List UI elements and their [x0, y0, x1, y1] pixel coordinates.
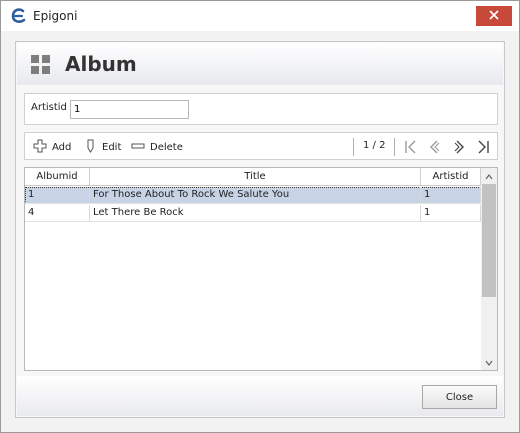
cell-artistid: 1 [421, 205, 481, 222]
next-page-button[interactable] [451, 139, 467, 155]
column-header-albumid[interactable]: Albumid [25, 168, 90, 186]
page-title: Album [65, 52, 137, 76]
last-page-button[interactable] [475, 139, 491, 155]
delete-label: Delete [150, 141, 183, 153]
column-header-artistid[interactable]: Artistid [421, 168, 481, 186]
cell-title: For Those About To Rock We Salute You [90, 187, 421, 204]
column-header-title[interactable]: Title [90, 168, 421, 186]
toolbar-separator [353, 138, 354, 156]
scroll-up-button[interactable] [481, 169, 497, 183]
cell-title: Let There Be Rock [90, 205, 421, 222]
previous-page-icon [427, 140, 443, 158]
page-header: Album [17, 43, 503, 85]
cell-albumid: 4 [25, 205, 90, 222]
table-header: Albumid Title Artistid [25, 168, 481, 186]
next-page-icon [451, 140, 467, 158]
table-row[interactable]: 1 For Those About To Rock We Salute You … [25, 187, 481, 204]
title-bar[interactable]: Epigoni [1, 1, 519, 31]
window-title: Epigoni [33, 9, 78, 23]
filter-panel: Artistid [24, 93, 498, 125]
scrollbar-thumb[interactable] [482, 184, 496, 297]
toolbar: Add Edit Delete 1 / 2 [24, 132, 498, 160]
add-icon [33, 139, 47, 156]
epigoni-logo-icon [10, 8, 28, 24]
edit-label: Edit [102, 141, 122, 153]
album-table: Albumid Title Artistid 1 For Those About… [24, 167, 498, 371]
page-indicator: 1 / 2 [363, 140, 386, 151]
window-close-button[interactable] [476, 6, 512, 26]
chevron-up-icon [485, 170, 493, 183]
table-row[interactable]: 4 Let There Be Rock 1 [25, 205, 481, 222]
delete-button[interactable]: Delete [131, 139, 183, 155]
artistid-label: Artistid [31, 102, 67, 113]
last-page-icon [475, 140, 491, 158]
add-button[interactable]: Add [33, 139, 71, 155]
scroll-down-button[interactable] [481, 355, 497, 369]
cell-artistid: 1 [421, 187, 481, 204]
edit-button[interactable]: Edit [85, 139, 121, 155]
close-button[interactable]: Close [422, 385, 497, 409]
previous-page-button[interactable] [427, 139, 443, 155]
close-icon [489, 9, 499, 23]
cell-albumid: 1 [25, 187, 90, 204]
vertical-scrollbar[interactable] [481, 168, 497, 370]
first-page-button[interactable] [403, 139, 419, 155]
first-page-icon [403, 140, 419, 158]
edit-icon [85, 139, 97, 156]
add-label: Add [52, 141, 72, 153]
chevron-down-icon [485, 356, 493, 369]
artistid-field[interactable] [70, 100, 189, 119]
delete-icon [131, 139, 145, 156]
dialog-window: Epigoni Album Artistid 1 Add Edit Delete… [0, 0, 520, 433]
grid-icon [31, 55, 51, 75]
toolbar-separator [394, 138, 395, 156]
